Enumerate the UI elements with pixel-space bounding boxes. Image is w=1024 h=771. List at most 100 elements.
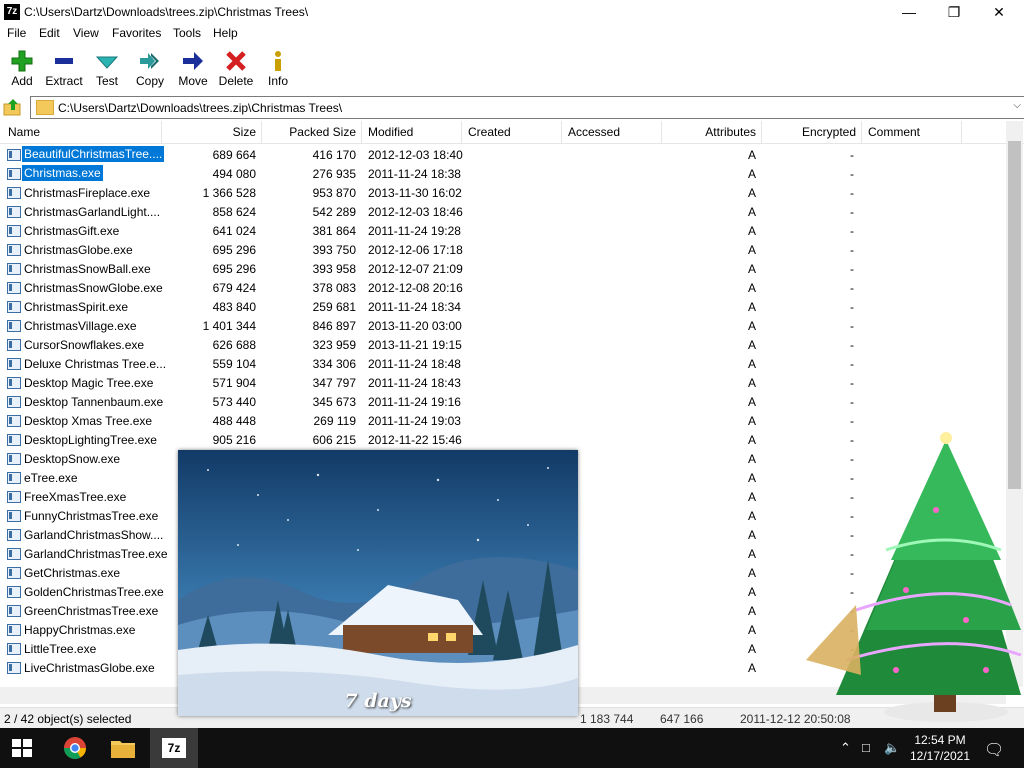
- address-path: C:\Users\Dartz\Downloads\trees.zip\Chris…: [58, 101, 343, 115]
- col-packed-size[interactable]: Packed Size: [260, 125, 356, 139]
- 7zip-app-icon[interactable]: 7z: [4, 4, 20, 20]
- system-clock[interactable]: 12:54 PM 12/17/2021: [905, 732, 975, 764]
- info-label: Info: [267, 74, 288, 88]
- 7zip-taskbar-button[interactable]: 7z: [150, 728, 198, 768]
- clock-time: 12:54 PM: [914, 733, 966, 747]
- col-created[interactable]: Created: [468, 125, 511, 139]
- copy-button[interactable]: Copy: [128, 46, 172, 92]
- file-name: GoldenChristmasTree.exe: [24, 585, 164, 599]
- exe-file-icon: [7, 320, 21, 332]
- table-row[interactable]: Desktop Magic Tree.exe 571 904 347 797 2011…: [0, 373, 1006, 392]
- file-modified: 2013-11-20 03:00: [368, 319, 462, 333]
- file-name: ChristmasSnowBall.exe: [24, 262, 151, 276]
- table-row[interactable]: ChristmasFireplace.exe 1 366 528 953 870 20…: [0, 183, 1006, 202]
- extract-label: Extract: [45, 74, 83, 88]
- countdown-caption: 7 days: [344, 690, 412, 712]
- file-packed-size: 953 870: [312, 186, 356, 200]
- file-attributes: A: [748, 148, 757, 162]
- clock-date: 12/17/2021: [909, 749, 971, 763]
- menu-help[interactable]: Help: [213, 26, 238, 40]
- test-button[interactable]: Test: [85, 46, 129, 92]
- windows-start-icon[interactable]: [12, 739, 32, 757]
- file-explorer-taskbar-button[interactable]: [99, 728, 147, 768]
- file-name: HappyChristmas.exe: [24, 623, 136, 637]
- table-row[interactable]: ChristmasSnowBall.exe 695 296 393 958 2012-…: [0, 259, 1006, 278]
- file-attributes: A: [748, 395, 757, 409]
- table-row[interactable]: ChristmasGift.exe 641 024 381 864 2011-11-2…: [0, 221, 1006, 240]
- up-folder-icon[interactable]: [3, 97, 23, 117]
- address-bar: C:\Users\Dartz\Downloads\trees.zip\Chris…: [0, 95, 1024, 119]
- file-size: 1 401 344: [202, 319, 256, 333]
- extract-button[interactable]: Extract: [42, 46, 86, 92]
- file-attributes: A: [748, 433, 757, 447]
- info-button[interactable]: Info: [256, 46, 300, 92]
- file-name: DesktopSnow.exe: [24, 452, 121, 466]
- file-name: ChristmasSnowGlobe.exe: [24, 281, 163, 295]
- menu-favorites[interactable]: Favorites: [112, 26, 161, 40]
- file-encrypted: -: [850, 262, 854, 276]
- file-name: GarlandChristmasTree.exe: [24, 547, 168, 561]
- col-name[interactable]: Name: [8, 125, 40, 139]
- col-encrypted[interactable]: Encrypted: [760, 125, 856, 139]
- file-name: Deluxe Christmas Tree.e...: [24, 357, 167, 371]
- file-name: GreenChristmasTree.exe: [24, 604, 159, 618]
- winter-scene-popup[interactable]: 7 days: [178, 450, 578, 716]
- file-size: 679 424: [212, 281, 256, 295]
- table-row[interactable]: ChristmasGarlandLight.... 858 624 542 289 2…: [0, 202, 1006, 221]
- move-button[interactable]: Move: [171, 46, 215, 92]
- col-attributes[interactable]: Attributes: [660, 125, 756, 139]
- delete-button[interactable]: Delete: [214, 46, 258, 92]
- minus-icon: [55, 58, 73, 64]
- table-row[interactable]: CursorSnowflakes.exe 626 688 323 959 2013-1…: [0, 335, 1006, 354]
- file-size: 571 904: [212, 376, 256, 390]
- chevron-up-icon[interactable]: ⌃: [840, 740, 851, 756]
- table-row[interactable]: BeautifulChristmasTree.... 689 664 416 170…: [0, 145, 1006, 164]
- toolbar: Add Extract Test Copy Move Delete Info: [0, 43, 1024, 93]
- table-row[interactable]: ChristmasSpirit.exe 483 840 259 681 2011-11…: [0, 297, 1006, 316]
- file-size: 905 216: [212, 433, 256, 447]
- table-row[interactable]: Deluxe Christmas Tree.e... 559 104 334 306…: [0, 354, 1006, 373]
- address-field[interactable]: C:\Users\Dartz\Downloads\trees.zip\Chris…: [30, 96, 1024, 119]
- table-row[interactable]: Christmas.exe 494 080 276 935 2011-11-24 18…: [0, 164, 1006, 183]
- file-packed-size: 378 083: [312, 281, 356, 295]
- col-modified[interactable]: Modified: [368, 125, 413, 139]
- menu-view[interactable]: View: [73, 26, 99, 40]
- exe-file-icon: [7, 548, 21, 560]
- col-accessed[interactable]: Accessed: [568, 125, 620, 139]
- file-attributes: A: [748, 642, 757, 656]
- col-size[interactable]: Size: [160, 125, 256, 139]
- file-name: Christmas.exe: [22, 165, 103, 181]
- file-attributes: A: [748, 490, 757, 504]
- add-button[interactable]: Add: [0, 46, 44, 92]
- notifications-icon[interactable]: 🗨: [984, 740, 1004, 760]
- table-row[interactable]: Desktop Xmas Tree.exe 488 448 269 119 2011-…: [0, 411, 1006, 430]
- file-name: ChristmasFireplace.exe: [24, 186, 151, 200]
- chevron-down-icon[interactable]: ⌵: [1013, 100, 1021, 111]
- file-name: DesktopLightingTree.exe: [24, 433, 157, 447]
- file-attributes: A: [748, 205, 757, 219]
- table-row[interactable]: Desktop Tannenbaum.exe 573 440 345 673 2011…: [0, 392, 1006, 411]
- christmas-tree-overlay[interactable]: [796, 430, 1024, 725]
- table-row[interactable]: ChristmasGlobe.exe 695 296 393 750 2012-12-…: [0, 240, 1006, 259]
- file-packed-size: 334 306: [312, 357, 356, 371]
- file-attributes: A: [748, 566, 757, 580]
- menu-edit[interactable]: Edit: [39, 26, 60, 40]
- close-button[interactable]: ✕: [976, 0, 1022, 24]
- maximize-button[interactable]: ❐: [931, 0, 977, 24]
- volume-icon[interactable]: 🔈: [884, 740, 900, 756]
- network-icon[interactable]: □: [862, 740, 870, 755]
- delete-label: Delete: [218, 74, 254, 88]
- menu-file[interactable]: File: [7, 26, 26, 40]
- minimize-button[interactable]: —: [886, 0, 932, 24]
- file-attributes: A: [748, 471, 757, 485]
- file-explorer-icon: [111, 741, 135, 758]
- col-comment[interactable]: Comment: [868, 125, 920, 139]
- file-attributes: A: [748, 547, 757, 561]
- table-row[interactable]: ChristmasVillage.exe 1 401 344 846 897 2013…: [0, 316, 1006, 335]
- chrome-taskbar-button[interactable]: [51, 728, 99, 768]
- table-row[interactable]: ChristmasSnowGlobe.exe 679 424 378 083 2012…: [0, 278, 1006, 297]
- menu-tools[interactable]: Tools: [173, 26, 201, 40]
- file-encrypted: -: [850, 376, 854, 390]
- exe-file-icon: [7, 187, 21, 199]
- exe-file-icon: [7, 149, 21, 161]
